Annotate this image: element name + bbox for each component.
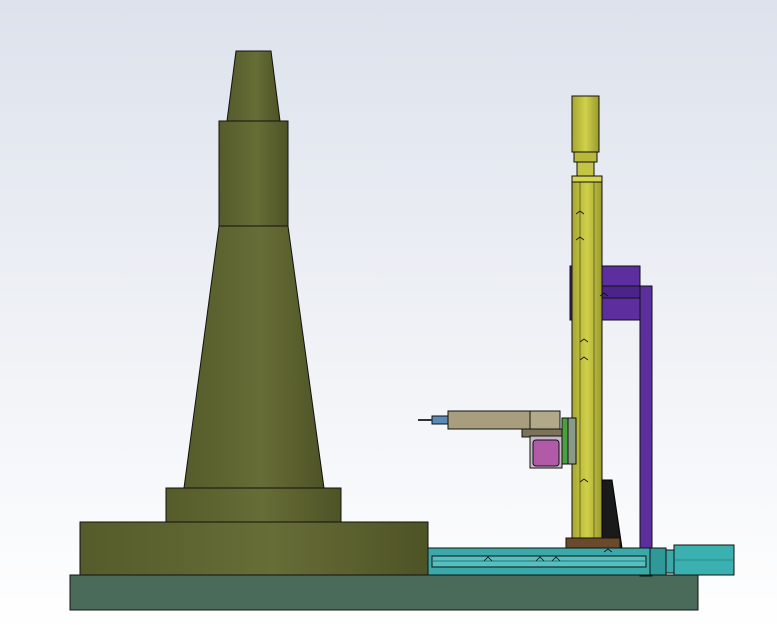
teal-rail-end-block xyxy=(649,547,667,576)
base-plate xyxy=(69,574,699,611)
vertical-motor xyxy=(571,95,600,153)
column-step-ring xyxy=(165,487,342,523)
cad-assembly-view xyxy=(0,0,777,633)
vertical-rail-housing xyxy=(571,179,603,541)
grey-guide-plate xyxy=(567,417,577,465)
teal-motor-coupler xyxy=(665,549,675,574)
motor-flange xyxy=(573,151,598,163)
column-top-cone xyxy=(226,50,281,122)
magenta-motor-face xyxy=(532,439,560,467)
brown-carriage-block xyxy=(565,537,621,549)
purple-vertical-leg xyxy=(639,285,653,577)
horizontal-base-axis xyxy=(427,544,735,576)
column-upper-cylinder xyxy=(218,120,289,227)
rail-top-cap xyxy=(571,175,603,183)
tool-spindle xyxy=(431,415,449,425)
column-bottom-flange xyxy=(79,521,429,576)
tool-arm-end xyxy=(529,410,561,430)
